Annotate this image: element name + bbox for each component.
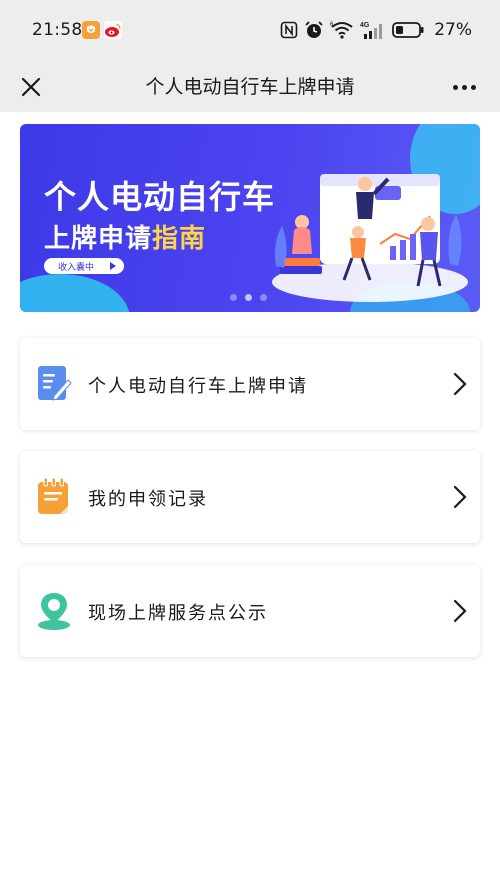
menu-item-label: 我的申领记录 — [88, 489, 208, 510]
chevron-right-icon — [453, 599, 467, 623]
status-time: 21:58 — [32, 20, 83, 40]
location-pin-icon — [38, 593, 70, 630]
menu-item-apply[interactable]: 个人电动自行车上牌申请 — [20, 338, 480, 430]
alarm-icon — [305, 21, 323, 38]
banner-subtitle-highlight: 指南 — [152, 224, 207, 254]
weibo-icon — [104, 21, 122, 39]
nav-bar: 个人电动自行车上牌申请 — [0, 62, 500, 112]
wifi-icon: 6 — [330, 22, 353, 39]
more-icon-dot — [452, 84, 458, 90]
close-icon — [21, 77, 41, 97]
banner-pill-label: 收入囊中 — [58, 262, 95, 273]
shield-notification-icon — [82, 21, 100, 39]
status-bar: 21:58 6 4G 27% — [0, 0, 500, 62]
banner-subtitle: 上牌申请指南 — [44, 218, 206, 255]
menu-item-records[interactable]: 我的申领记录 — [20, 451, 480, 543]
banner-illustration — [272, 174, 468, 302]
more-button[interactable] — [446, 72, 482, 102]
battery-percent: 27% — [434, 20, 472, 40]
banner-subtitle-text: 上牌申请 — [44, 224, 153, 254]
menu-item-label: 个人电动自行车上牌申请 — [88, 376, 308, 397]
menu-item-service-points[interactable]: 现场上牌服务点公示 — [20, 565, 480, 657]
banner-pagination — [230, 294, 267, 301]
banner-title: 个人电动自行车 — [44, 178, 276, 216]
svg-text:4G: 4G — [360, 22, 370, 29]
4g-signal-icon: 4G — [360, 22, 383, 39]
chevron-right-icon — [453, 372, 467, 396]
status-icons: 6 4G 27% — [280, 18, 472, 42]
menu-item-label: 现场上牌服务点公示 — [88, 603, 268, 624]
promo-banner[interactable]: 个人电动自行车 上牌申请指南 收入囊中 — [20, 124, 480, 312]
banner-pill-button[interactable]: 收入囊中 — [44, 258, 124, 274]
more-icon-dot — [470, 84, 476, 90]
banner-decoration — [20, 274, 130, 312]
page-title: 个人电动自行车上牌申请 — [145, 76, 355, 98]
banner-dot-active[interactable] — [245, 294, 252, 301]
battery-icon — [392, 22, 424, 38]
chevron-right-icon — [453, 485, 467, 509]
more-icon-dot — [461, 84, 467, 90]
notepad-icon — [38, 477, 68, 514]
banner-dot[interactable] — [230, 294, 237, 301]
banner-dot[interactable] — [260, 294, 267, 301]
nfc-icon — [280, 21, 298, 39]
play-arrow-icon — [110, 262, 116, 270]
edit-document-icon — [38, 366, 72, 401]
close-button[interactable] — [14, 70, 48, 104]
